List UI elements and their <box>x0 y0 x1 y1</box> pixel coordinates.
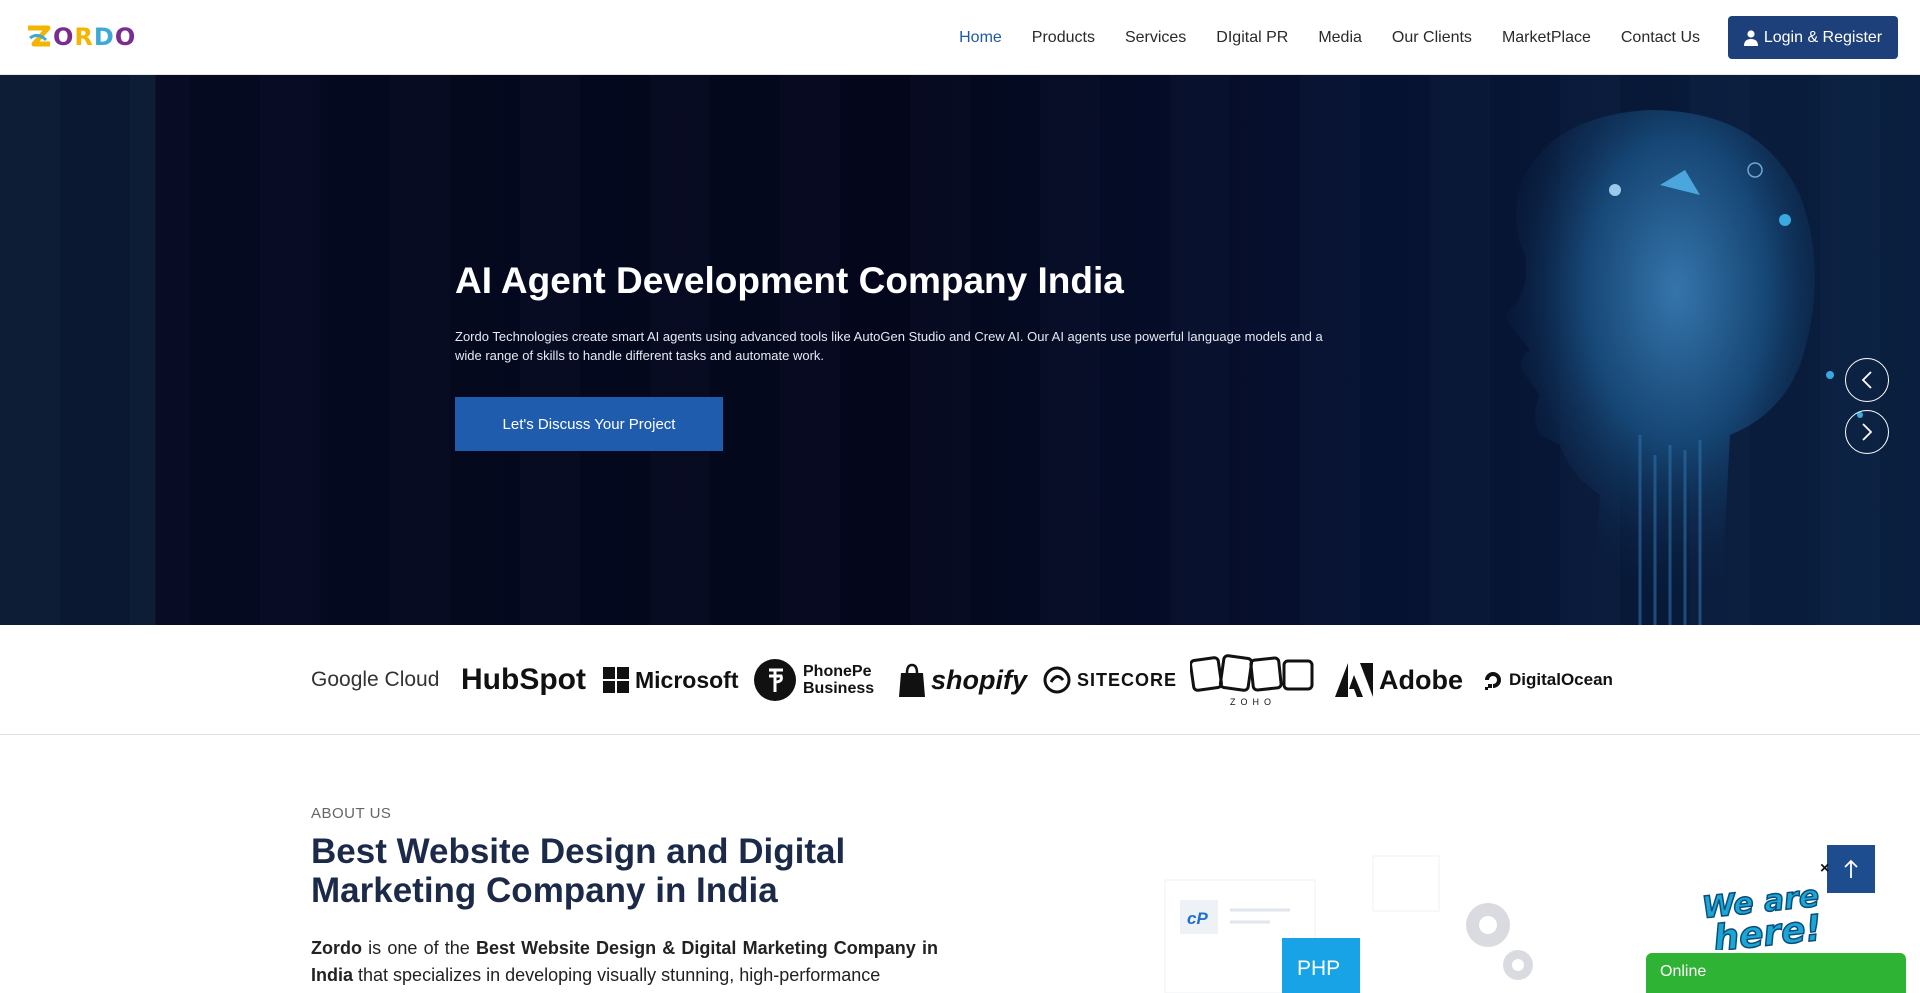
sitecore-icon <box>1043 666 1071 694</box>
partner-name: SITECORE <box>1077 669 1178 690</box>
partner-logos-strip: Google Cloud HubSpot Microsoft PhonePe B… <box>0 625 1920 735</box>
nav-item-services[interactable]: Services <box>1125 29 1186 47</box>
hero-title: AI Agent Development Company India <box>455 260 1124 301</box>
partner-logo-zoho: ZOHO <box>1190 625 1316 735</box>
logo-letter: O <box>114 23 137 51</box>
microsoft-icon <box>603 667 629 693</box>
carousel-prev-button[interactable] <box>1845 358 1889 402</box>
nav-item-products[interactable]: Products <box>1032 29 1095 47</box>
chat-online-bar[interactable]: Online <box>1646 953 1906 993</box>
partner-name: Microsoft <box>635 666 739 693</box>
php-label: PHP <box>1297 957 1340 980</box>
about-brand: Zordo <box>311 938 362 958</box>
chevron-left-icon <box>1861 371 1872 389</box>
phonepe-icon <box>754 659 796 701</box>
nav-item-digital-pr[interactable]: DIgital PR <box>1216 29 1288 47</box>
partner-logo-google-cloud: Google Cloud <box>311 625 439 735</box>
partner-logo-shopify: shopify <box>897 625 1027 735</box>
nav-item-marketplace[interactable]: MarketPlace <box>1502 29 1591 47</box>
chat-status: Online <box>1660 963 1707 980</box>
partner-logo-hubspot: HubSpot <box>461 625 586 735</box>
nav-item-contact-us[interactable]: Contact Us <box>1621 29 1700 47</box>
adobe-icon <box>1335 663 1373 697</box>
logo-letter: D <box>93 23 115 51</box>
logo-letter: O <box>53 23 75 51</box>
zordo-logo[interactable]: ORDO <box>26 20 136 54</box>
user-icon <box>1743 29 1758 46</box>
partner-name: DigitalOcean <box>1509 670 1613 689</box>
login-register-label: Login & Register <box>1763 28 1883 46</box>
about-title: Best Website Design and Digital Marketin… <box>311 832 846 910</box>
partner-logo-sitecore: SITECORE <box>1043 625 1177 735</box>
partner-name: Google Cloud <box>311 668 440 691</box>
carousel-next-button[interactable] <box>1845 410 1889 454</box>
partner-logo-digitalocean: DigitalOcean <box>1482 625 1613 735</box>
nav-item-our-clients[interactable]: Our Clients <box>1392 29 1472 47</box>
nav-item-media[interactable]: Media <box>1318 29 1362 47</box>
about-text: Zordo is one of the Best Website Design … <box>311 935 938 989</box>
partner-name: Adobe <box>1379 664 1463 695</box>
arrow-up-icon <box>1844 859 1858 878</box>
partner-logo-microsoft: Microsoft <box>603 625 739 735</box>
shopify-bag-icon <box>899 663 925 697</box>
partner-name: HubSpot <box>461 663 586 696</box>
hero-description: Zordo Technologies create smart AI agent… <box>455 329 1323 363</box>
cpanel-label: cP <box>1187 909 1208 928</box>
about-text-part: is one of the <box>362 938 476 958</box>
partner-name: PhonePe Business <box>803 663 875 697</box>
partner-logo-phonepe: PhonePe Business <box>753 625 875 735</box>
login-register-button[interactable]: Login & Register <box>1728 16 1898 59</box>
main-nav: Home Products Services DIgital PR Media … <box>959 0 1700 75</box>
digitalocean-icon <box>1485 672 1501 690</box>
chevron-right-icon <box>1862 423 1873 441</box>
about-text-part: that specializes in developing visually … <box>353 965 881 985</box>
we-are-here-badge: We are here! <box>1700 878 1825 950</box>
partner-name: shopify <box>931 664 1028 695</box>
logo-letter: R <box>74 23 94 51</box>
zoho-icon <box>1190 654 1314 692</box>
ai-head-illustration <box>1506 110 1863 625</box>
about-section-label: ABOUT US <box>311 805 392 822</box>
about-illustration: cP PHP <box>1164 855 1533 993</box>
discuss-project-button[interactable]: Let's Discuss Your Project <box>455 397 723 451</box>
partner-logo-adobe: Adobe <box>1335 625 1463 735</box>
logo-mark-icon <box>28 25 51 47</box>
partner-name: ZOHO <box>1230 697 1276 707</box>
logo-wordmark: ORDO <box>53 23 136 51</box>
nav-item-home[interactable]: Home <box>959 29 1002 47</box>
hero-slider: AI Agent Development Company India Zordo… <box>0 75 1920 625</box>
site-header: ORDO Home Products Services DIgital PR M… <box>0 0 1920 75</box>
